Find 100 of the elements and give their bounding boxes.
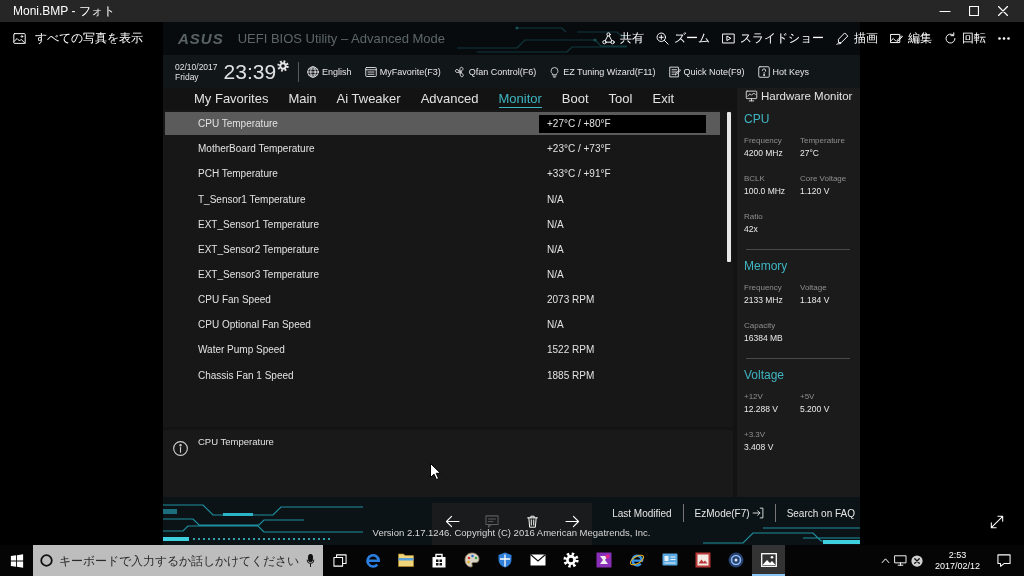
ring-icon [40, 554, 53, 567]
setting-row[interactable]: Water Pump Speed 1522 RPM [165, 338, 720, 362]
setting-row[interactable]: T_Sensor1 Temperature N/A [165, 187, 720, 211]
question-box-icon [757, 65, 770, 78]
shortcut-button[interactable]: Hot Keys [757, 62, 810, 81]
field-label: +5V [800, 391, 815, 403]
field-label: +12V [744, 391, 763, 403]
field-value: 4200 MHz [744, 147, 783, 160]
date-text: 02/10/2017 [175, 61, 218, 72]
menu-tab[interactable]: My Favorites [194, 90, 269, 108]
letter-e-icon [364, 551, 381, 568]
footer-button[interactable]: EzMode(F7) [694, 504, 764, 522]
field-label: Frequency [744, 135, 782, 147]
toolbar-button[interactable]: 回転 [944, 26, 986, 51]
palette-icon [463, 551, 480, 568]
shortcut-button[interactable]: Qfan Control(F6) [453, 62, 537, 81]
section-title: Memory [744, 258, 788, 274]
setting-value: N/A [547, 193, 564, 205]
gear-icon[interactable] [277, 60, 290, 72]
menu-tab[interactable]: Tool [608, 90, 633, 108]
clock-time: 2:53 [948, 549, 967, 561]
menu-tab[interactable]: Ai Tweaker [336, 90, 401, 108]
field-value: 27°C [800, 147, 819, 160]
setting-row[interactable]: PCH Temperature +33°C / +91°F [165, 162, 720, 186]
search-bar[interactable]: キーボードで入力するか話しかけてください [33, 545, 323, 576]
shortcut-button[interactable]: Quick Note(F9) [668, 62, 745, 81]
menu-tab[interactable]: Exit [652, 90, 675, 108]
field-label: Voltage [800, 282, 827, 294]
footer-button[interactable]: Last Modified [612, 504, 672, 522]
envelope-icon [529, 553, 546, 566]
window-title: Moni.BMP - フォト [13, 2, 115, 20]
setting-value: 1522 RPM [547, 344, 595, 356]
list-window-icon [364, 65, 377, 78]
notepad-icon [668, 65, 681, 78]
shield-icon [497, 551, 512, 568]
exit-arrow-icon [751, 507, 764, 519]
expand-button[interactable] [988, 513, 1006, 531]
field-value: 100.0 MHz [744, 185, 786, 198]
rotate-arrow-icon [944, 32, 957, 45]
minimize-icon [939, 10, 950, 12]
help-text: CPU Temperature [198, 436, 274, 448]
setting-value: N/A [547, 243, 564, 255]
field-label: Core Voltage [800, 173, 847, 185]
setting-label: PCH Temperature [198, 168, 278, 180]
shortcut-button[interactable]: MyFavorite(F3) [364, 62, 441, 81]
setting-label: CPU Optional Fan Speed [198, 319, 311, 331]
field-value: 3.408 V [744, 441, 774, 454]
section-title: CPU [744, 111, 770, 127]
logo: ASUS [178, 30, 224, 47]
taskbar-button[interactable] [752, 545, 785, 576]
scrollbar-thumb[interactable] [727, 112, 731, 262]
setting-row[interactable]: EXT_Sensor2 Temperature N/A [165, 237, 720, 261]
setting-row[interactable]: CPU Optional Fan Speed N/A [165, 313, 720, 337]
zoom-in-icon [656, 32, 669, 45]
setting-row[interactable]: Chassis Fan 1 Speed 1885 RPM [165, 363, 720, 387]
field-value: 1.120 V [800, 185, 830, 198]
menu-tab[interactable]: Advanced [420, 90, 479, 108]
all-photos-button[interactable]: すべての写真を表示 [13, 26, 143, 51]
setting-row[interactable]: CPU Temperature +27°C / +80°F [165, 112, 720, 136]
x-circle-icon[interactable] [910, 554, 923, 567]
toolbar-button[interactable]: 描画 [836, 26, 878, 51]
field-label: Capacity [744, 320, 776, 332]
field-value: 2133 MHz [744, 294, 783, 307]
shopping-bag-icon [430, 551, 447, 568]
weekday-text: Friday [175, 71, 199, 82]
search-field[interactable]: キーボードで入力するか話しかけてください [59, 552, 300, 569]
setting-row[interactable]: MotherBoard Temperature +23°C / +73°F [165, 137, 720, 161]
setting-label: EXT_Sensor3 Temperature [198, 269, 319, 280]
toolbar-button[interactable]: 編集 [890, 26, 932, 51]
right-arrow-icon [564, 514, 580, 528]
folder-icon [397, 552, 414, 567]
menu-tab[interactable]: Monitor [498, 90, 542, 108]
footer-button[interactable]: Search on FAQ [786, 504, 855, 522]
ellipsis-icon [998, 37, 1010, 40]
setting-value: N/A [547, 269, 564, 280]
shortcut-button[interactable]: EZ Tuning Wizard(F11) [549, 62, 656, 81]
picture-pencil-icon [890, 32, 903, 45]
close-icon [997, 6, 1008, 16]
field-value: 16384 MB [744, 332, 783, 345]
field-value: 5.200 V [800, 403, 830, 416]
setting-label: Chassis Fan 1 Speed [198, 369, 294, 381]
pen-icon [836, 32, 849, 45]
setting-row[interactable]: EXT_Sensor1 Temperature N/A [165, 212, 720, 236]
field-value: 1.184 V [800, 294, 830, 307]
toolbar-button[interactable]: ズーム [656, 26, 710, 51]
menu-tab[interactable]: Boot [561, 90, 589, 108]
card-icon [661, 553, 678, 566]
toolbar-button[interactable]: 共有 [602, 26, 644, 51]
menu-tab[interactable]: Main [288, 90, 317, 108]
field-label: Ratio [744, 211, 763, 223]
setting-row[interactable]: CPU Fan Speed 2073 RPM [165, 288, 720, 312]
picture-icon [13, 32, 26, 45]
toolbar-button[interactable]: スライドショー [722, 26, 824, 51]
trash-icon [525, 513, 539, 529]
setting-row[interactable]: EXT_Sensor3 Temperature N/A [165, 263, 720, 286]
monitor-icon[interactable] [893, 555, 907, 566]
tile-icon [595, 551, 612, 568]
microphone-icon [306, 554, 315, 567]
chevron-up-icon[interactable] [880, 558, 890, 563]
shortcut-button[interactable]: English [307, 62, 352, 81]
